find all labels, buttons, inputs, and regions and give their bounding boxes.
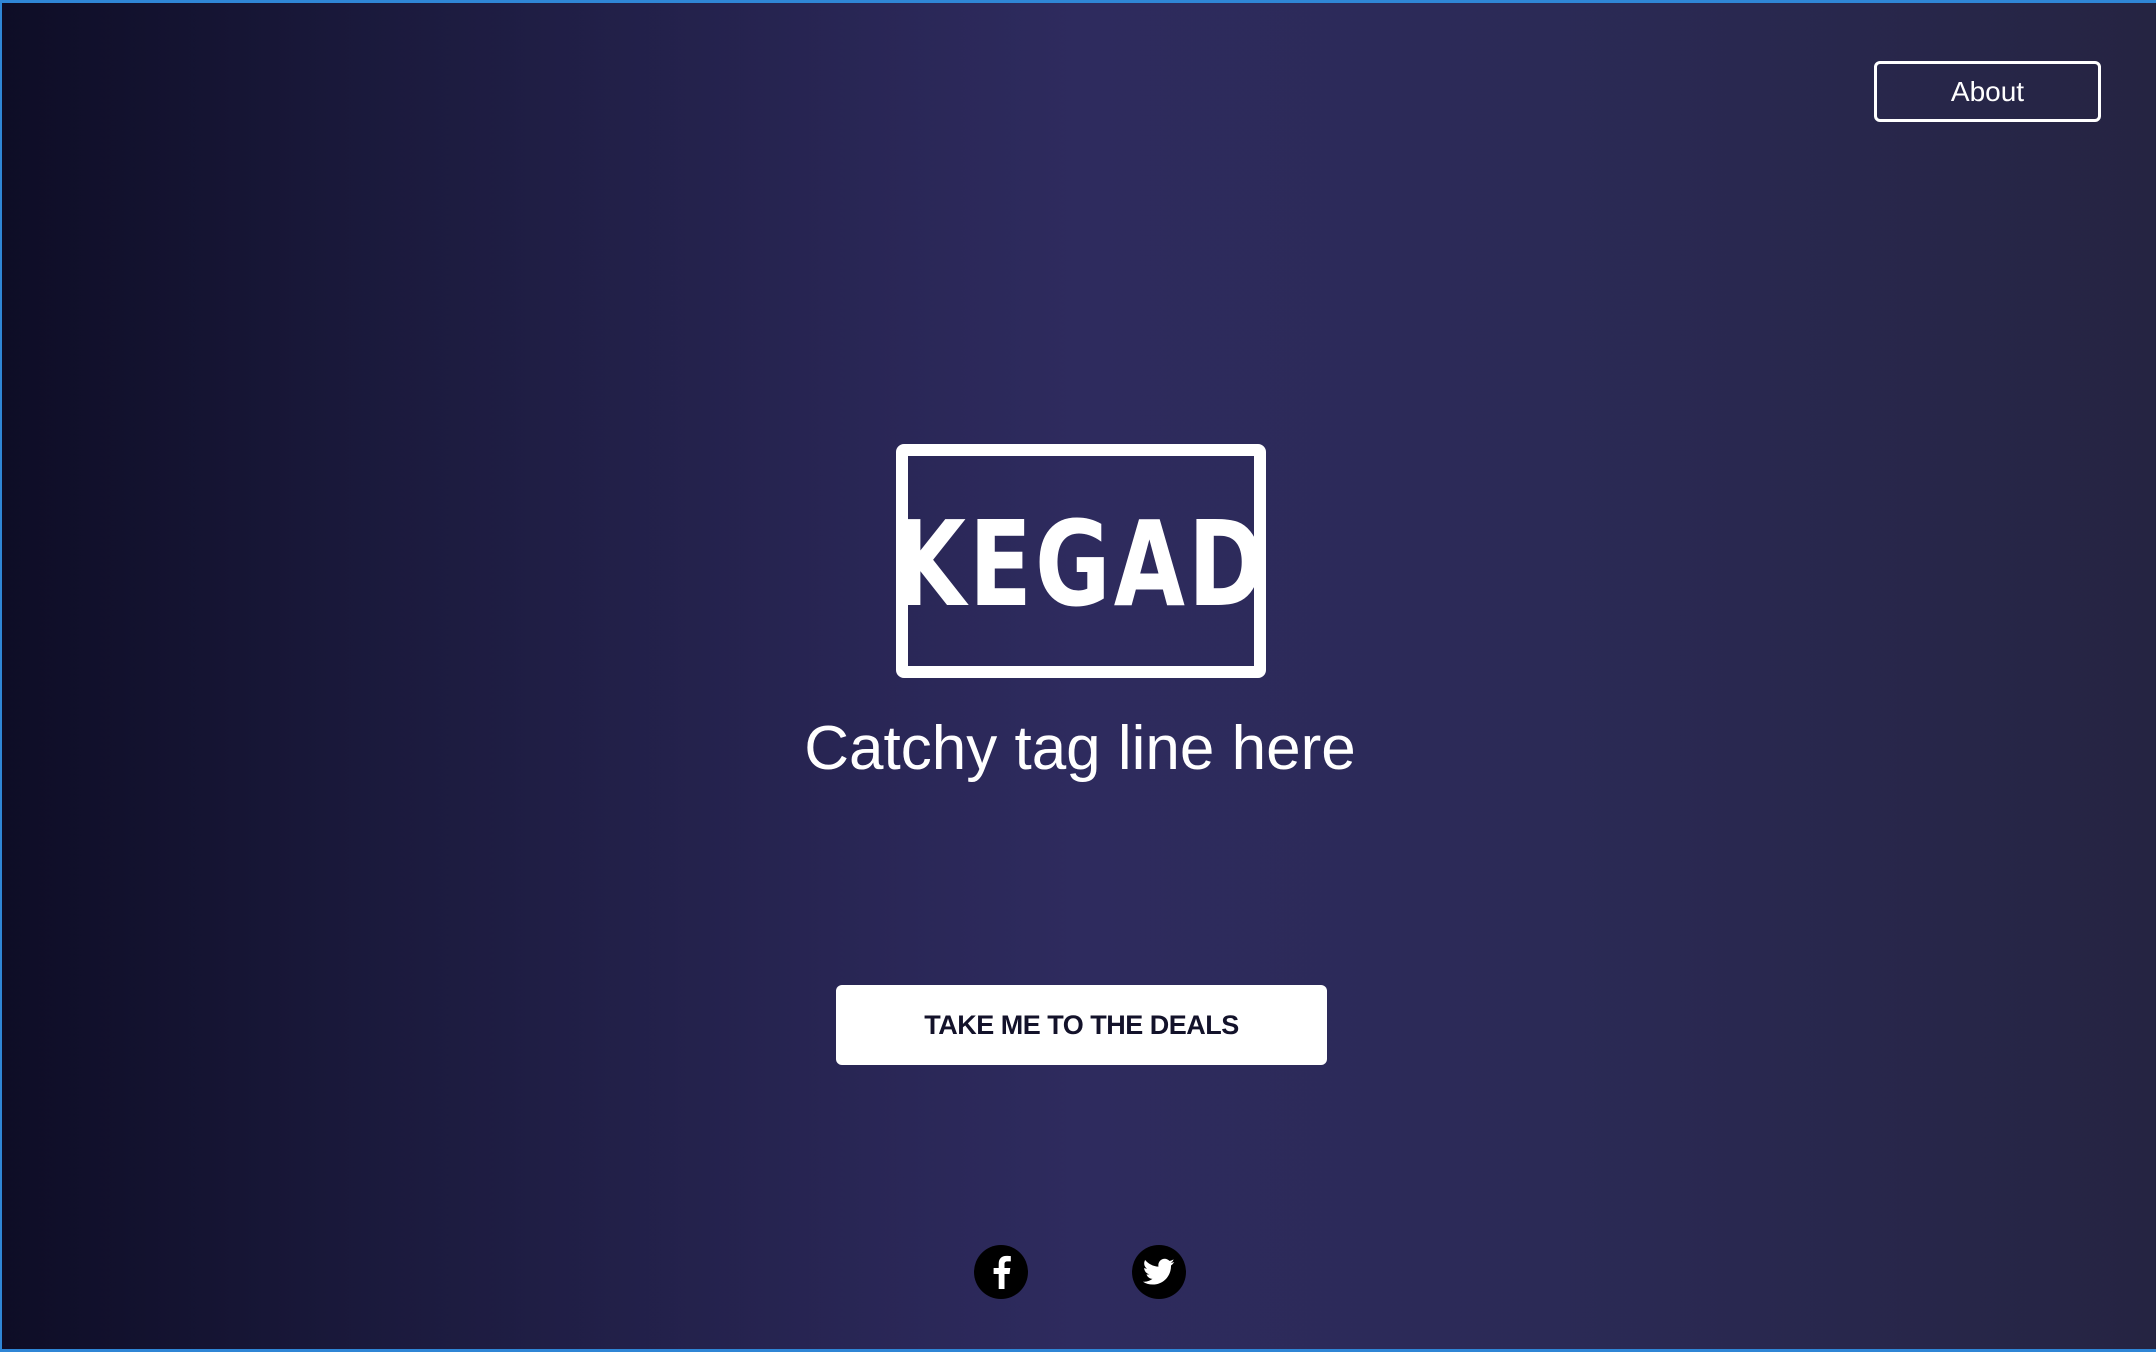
facebook-icon (993, 1255, 1011, 1289)
facebook-link[interactable] (974, 1245, 1028, 1299)
about-button[interactable]: About (1874, 61, 2101, 122)
logo-text: KEGAD (894, 495, 1268, 633)
kegad-logo: KEGAD (894, 444, 1268, 678)
about-button-label: About (1950, 75, 2025, 107)
twitter-icon (1143, 1258, 1175, 1285)
twitter-link[interactable] (1132, 1245, 1186, 1299)
deals-cta-label: TAKE ME TO THE DEALS (924, 1009, 1239, 1040)
tagline: Catchy tag line here (804, 714, 1356, 783)
deals-cta-button[interactable]: TAKE ME TO THE DEALS (836, 985, 1327, 1065)
